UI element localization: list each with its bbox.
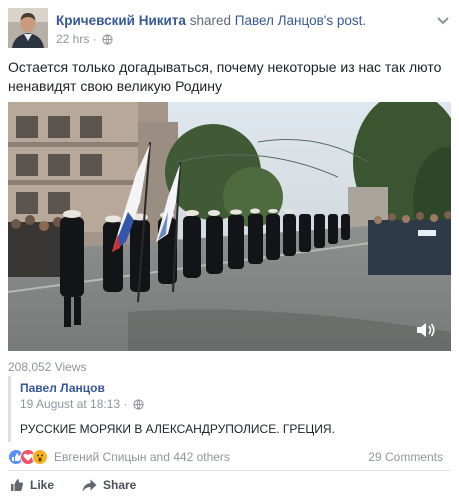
divider <box>8 470 451 471</box>
shared-text: РУССКИЕ МОРЯКИ В АЛЕКСАНДРУПОЛИСЕ. ГРЕЦИ… <box>20 422 335 436</box>
shared-post: Павел Ланцов 19 August at 18:13 · РУССКИ… <box>8 376 451 442</box>
post-timestamp[interactable]: 22 hrs <box>56 32 89 46</box>
header-line: Кричевский Никита shared Павел Ланцов's … <box>56 12 366 29</box>
share-arrow-icon <box>82 479 97 492</box>
post-header: Кричевский Никита shared Павел Ланцов's … <box>8 8 451 48</box>
shared-author-link[interactable]: Павел Ланцов <box>20 381 105 395</box>
action-bar: Like Share <box>8 476 451 498</box>
original-author-link[interactable]: Павел Ланцов's <box>235 13 333 28</box>
avatar[interactable] <box>8 8 48 48</box>
post-link[interactable]: post. <box>337 13 366 28</box>
like-button[interactable]: Like <box>10 478 54 492</box>
reaction-names[interactable]: Евгений Спицын and 442 others <box>54 450 230 464</box>
reactions-bar: Евгений Спицын and 442 others 29 Comment… <box>8 448 451 466</box>
shared-meta: 19 August at 18:13 · <box>20 397 144 413</box>
shared-separator: · <box>123 397 128 411</box>
chevron-down-icon[interactable] <box>435 14 451 26</box>
video-player[interactable] <box>8 102 451 351</box>
author-link[interactable]: Кричевский Никита <box>56 13 186 28</box>
view-count: 208,052 Views <box>8 360 87 374</box>
share-button[interactable]: Share <box>82 478 136 492</box>
like-label: Like <box>30 478 55 492</box>
shared-timestamp[interactable]: 19 August at 18:13 <box>20 397 120 411</box>
globe-icon[interactable] <box>133 399 144 413</box>
share-label: Share <box>103 478 137 492</box>
thumbs-up-icon <box>11 479 24 491</box>
globe-icon[interactable] <box>102 34 113 48</box>
shared-label: shared <box>189 13 231 28</box>
meta-separator: · <box>92 32 97 46</box>
volume-icon[interactable] <box>415 321 437 339</box>
wow-reaction-icon <box>32 449 48 465</box>
post-text: Остается только догадываться, почему нек… <box>8 59 442 94</box>
post-meta: 22 hrs · <box>56 32 113 48</box>
comments-count[interactable]: 29 Comments <box>368 450 443 464</box>
